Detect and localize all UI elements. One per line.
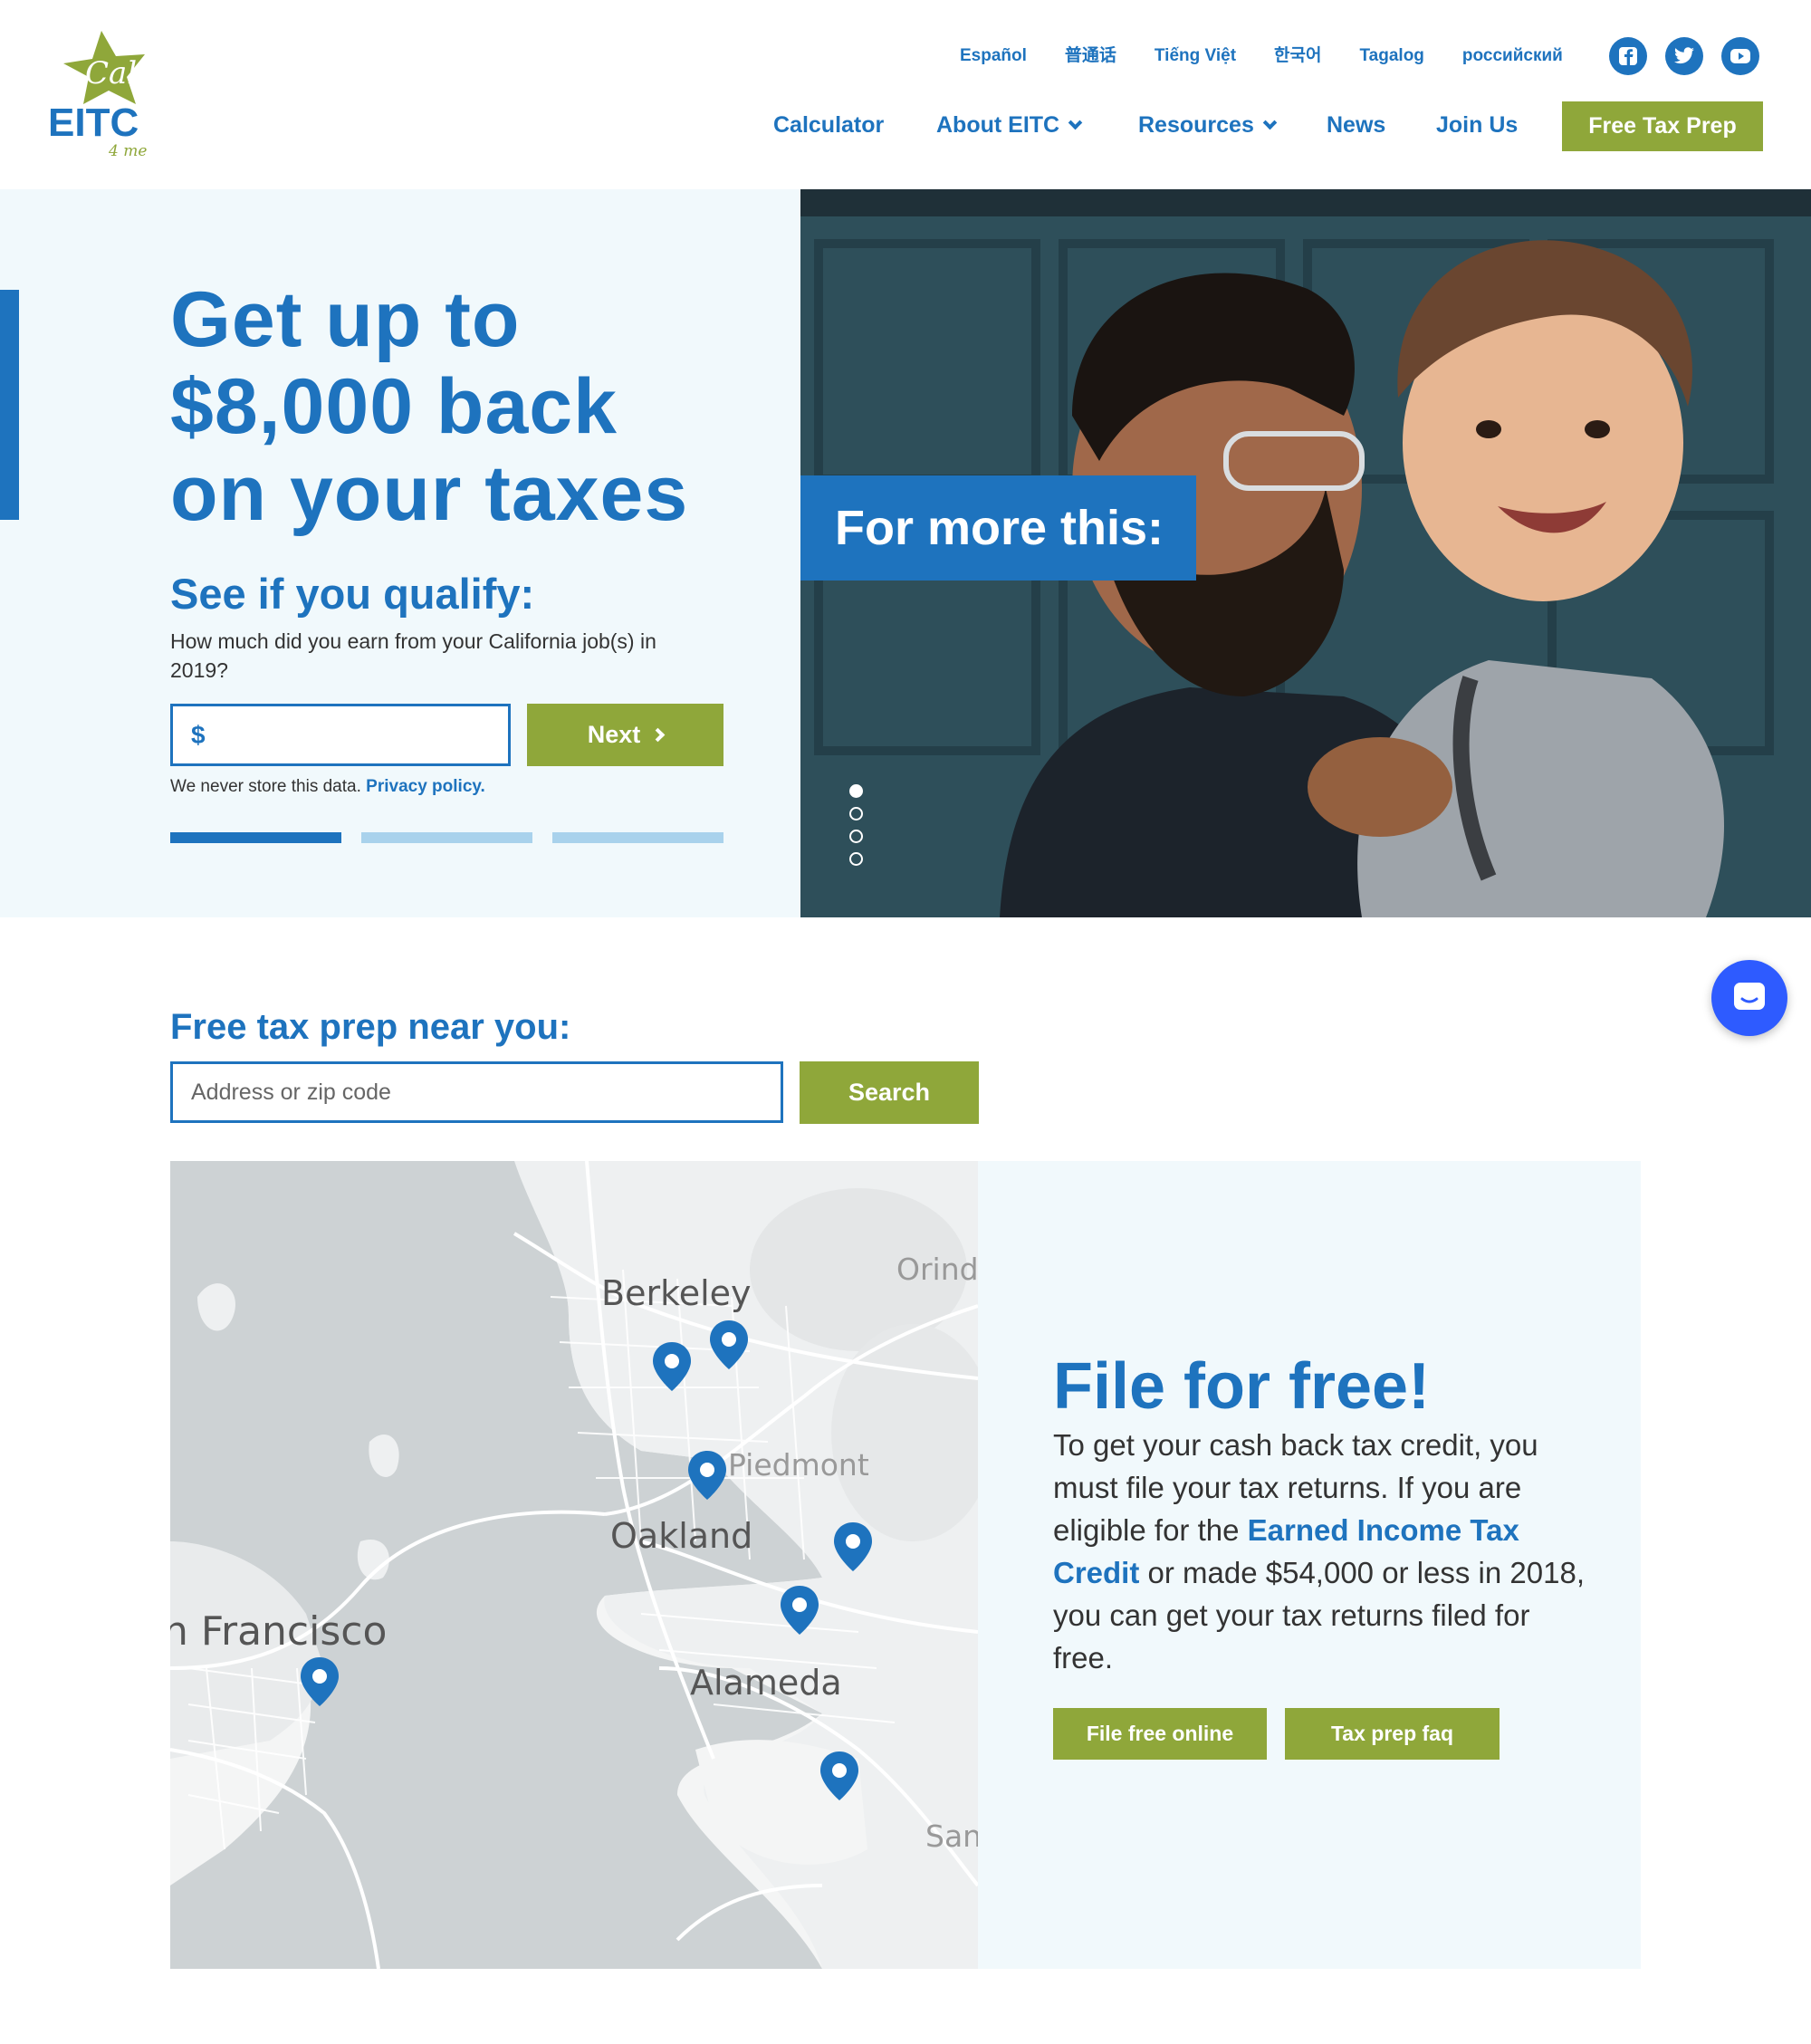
lang-espanol-link[interactable]: Español bbox=[960, 45, 1027, 67]
nav-news-label: News bbox=[1327, 112, 1386, 138]
lang-mandarin-link[interactable]: 普通话 bbox=[1065, 45, 1116, 67]
nav-about-label: About EITC bbox=[936, 112, 1060, 138]
slider-dots bbox=[849, 784, 863, 866]
progress-step-3 bbox=[552, 832, 723, 843]
nav-join-label: Join Us bbox=[1436, 112, 1519, 138]
photo-caption: For more this: bbox=[800, 475, 1196, 581]
location-pin-icon[interactable] bbox=[832, 1521, 874, 1573]
chevron-down-icon bbox=[1068, 115, 1083, 130]
currency-symbol: $ bbox=[191, 720, 206, 749]
tax-prep-map[interactable]: Berkeley Orinda Piedmont Oakland n Franc… bbox=[170, 1161, 978, 1969]
next-button-label: Next bbox=[587, 721, 641, 748]
map-label-orinda: Orinda bbox=[896, 1252, 978, 1287]
nav-news[interactable]: News bbox=[1327, 112, 1385, 139]
map-label-alameda: Alameda bbox=[690, 1663, 842, 1703]
lang-russian-link[interactable]: российский bbox=[1462, 45, 1563, 67]
map-label-san: San bbox=[925, 1818, 978, 1854]
nav-resources[interactable]: Resources bbox=[1138, 112, 1278, 139]
location-pin-icon[interactable] bbox=[708, 1319, 750, 1371]
language-selector: Español 普通话 Tiếng Việt 한국어 Tagalog росси… bbox=[960, 45, 1601, 67]
nav-resources-label: Resources bbox=[1138, 112, 1254, 138]
youtube-icon[interactable] bbox=[1721, 37, 1759, 75]
slider-dot-3[interactable] bbox=[849, 830, 863, 843]
twitter-icon[interactable] bbox=[1665, 37, 1703, 75]
earnings-input[interactable]: $ bbox=[170, 704, 511, 766]
progress-step-2 bbox=[361, 832, 532, 843]
next-button[interactable]: Next bbox=[527, 704, 723, 766]
hero-title-line-2: $8,000 back bbox=[170, 363, 618, 450]
nav-join-us[interactable]: Join Us bbox=[1436, 112, 1518, 139]
hero-title-line-1: Get up to bbox=[170, 276, 521, 363]
earnings-question: How much did you earn from your Californ… bbox=[170, 629, 656, 682]
chat-launcher[interactable] bbox=[1711, 960, 1787, 1036]
lang-tagalog-link[interactable]: Tagalog bbox=[1359, 45, 1423, 67]
main-nav: Calculator About EITC Resources News Joi… bbox=[0, 101, 1811, 151]
lang-vietnamese-link[interactable]: Tiếng Việt bbox=[1155, 45, 1236, 67]
logo-top-text: Cal bbox=[85, 55, 137, 91]
facebook-icon[interactable] bbox=[1609, 37, 1647, 75]
file-free-heading: File for free! bbox=[1053, 1350, 1431, 1423]
location-pin-icon[interactable] bbox=[819, 1750, 860, 1802]
location-pin-icon[interactable] bbox=[299, 1655, 340, 1708]
hero-title-line-3: on your taxes bbox=[170, 450, 689, 537]
map-label-oakland: Oakland bbox=[610, 1516, 753, 1556]
hero-title: Get up to $8,000 back on your taxes bbox=[170, 276, 786, 537]
privacy-text: We never store this data. bbox=[170, 777, 361, 796]
privacy-note: We never store this data. Privacy policy… bbox=[170, 777, 485, 797]
progress-step-1 bbox=[170, 832, 341, 843]
map-label-piedmont: Piedmont bbox=[728, 1447, 869, 1483]
social-links bbox=[1609, 37, 1759, 75]
file-free-text: To get your cash back tax credit, you mu… bbox=[1053, 1424, 1596, 1679]
qualify-heading: See if you qualify: bbox=[170, 570, 535, 618]
slider-dot-2[interactable] bbox=[849, 807, 863, 820]
slider-dot-4[interactable] bbox=[849, 852, 863, 866]
hero-accent-bar bbox=[0, 290, 19, 520]
chevron-right-icon bbox=[650, 727, 666, 743]
tax-prep-faq-button[interactable]: Tax prep faq bbox=[1285, 1708, 1500, 1760]
map-label-berkeley: Berkeley bbox=[601, 1273, 752, 1313]
nav-about-eitc[interactable]: About EITC bbox=[936, 112, 1083, 139]
privacy-policy-link[interactable]: Privacy policy. bbox=[366, 777, 485, 796]
chat-icon bbox=[1734, 983, 1765, 1010]
location-pin-icon[interactable] bbox=[686, 1449, 728, 1502]
free-tax-prep-button[interactable]: Free Tax Prep bbox=[1562, 101, 1763, 151]
slider-dot-1[interactable] bbox=[849, 784, 863, 798]
map-label-san-francisco: n Francisco bbox=[170, 1608, 388, 1655]
location-pin-icon[interactable] bbox=[779, 1584, 820, 1636]
lang-korean-link[interactable]: 한국어 bbox=[1274, 45, 1321, 67]
nav-calculator[interactable]: Calculator bbox=[773, 112, 884, 139]
location-pin-icon[interactable] bbox=[651, 1340, 693, 1393]
chevron-down-icon bbox=[1262, 115, 1278, 130]
search-button[interactable]: Search bbox=[800, 1061, 979, 1124]
tax-prep-heading: Free tax prep near you: bbox=[170, 1007, 571, 1047]
nav-calculator-label: Calculator bbox=[773, 112, 885, 138]
file-free-online-button[interactable]: File free online bbox=[1053, 1708, 1267, 1760]
address-zip-input[interactable] bbox=[170, 1061, 783, 1123]
